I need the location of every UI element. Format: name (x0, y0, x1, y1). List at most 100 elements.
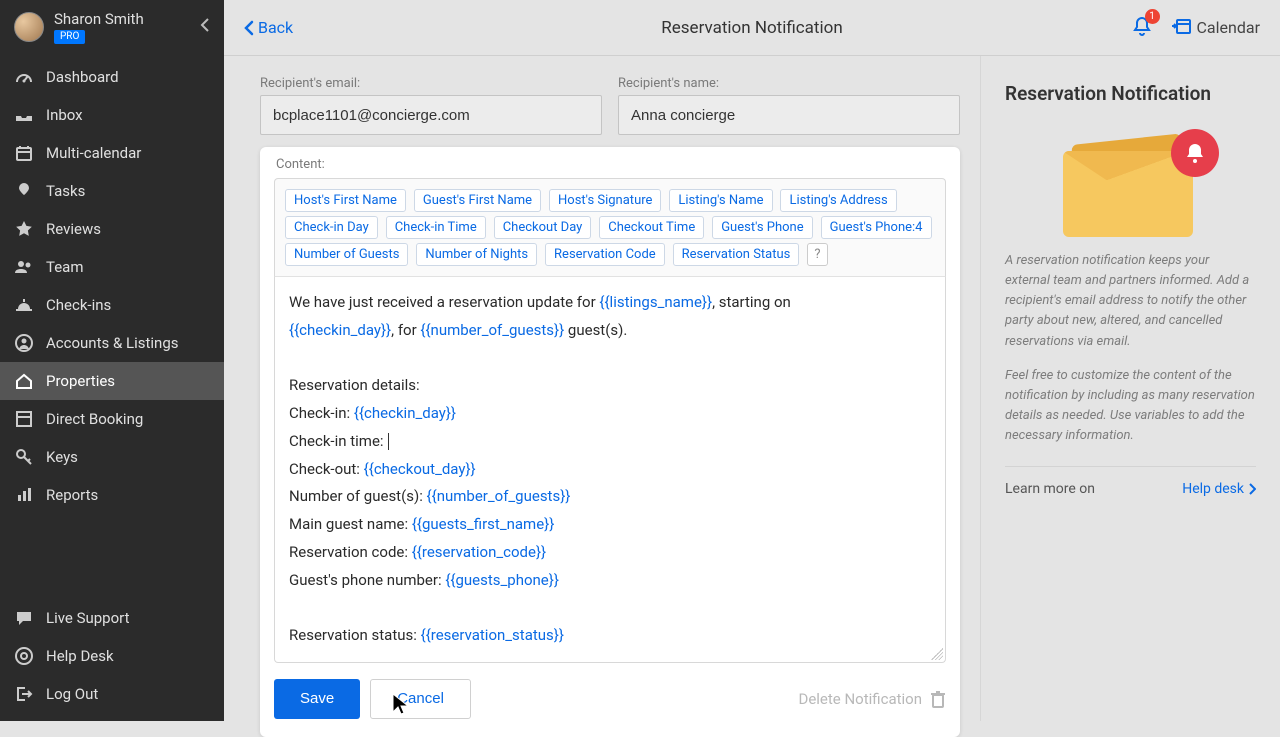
notification-badge: 1 (1145, 9, 1160, 24)
collapse-icon[interactable] (200, 17, 210, 38)
sidebar-item-label: Log Out (46, 685, 98, 703)
email-input[interactable] (260, 95, 602, 135)
var-number-of-guests2: {{number_of_guests}} (427, 487, 571, 505)
token-checkout-day[interactable]: Checkout Day (494, 216, 592, 239)
star-icon (14, 220, 34, 238)
sidebar-item-label: Live Support (46, 609, 130, 627)
info-heading: Reservation Notification (1005, 82, 1256, 105)
back-label: Back (258, 18, 293, 37)
user-circle-icon (14, 334, 34, 352)
sidebar-bottom: Live Support Help Desk Log Out (0, 599, 224, 721)
sidebar-item-label: Accounts & Listings (46, 334, 179, 352)
help-desk-link-label: Help desk (1182, 481, 1244, 497)
sidebar-item-help-desk[interactable]: Help Desk (0, 637, 224, 675)
sidebar-item-properties[interactable]: Properties (0, 362, 224, 400)
lifebuoy-icon (14, 647, 34, 665)
token-host-first-name[interactable]: Host's First Name (285, 189, 406, 212)
email-label: Recipient's email: (260, 76, 602, 91)
token-guest-first-name[interactable]: Guest's First Name (414, 189, 541, 212)
resize-handle[interactable] (931, 648, 943, 660)
sidebar-item-label: Reviews (46, 220, 101, 238)
variable-token-box: Host's First Name Guest's First Name Hos… (274, 178, 946, 277)
editor-text: guest(s). (564, 321, 627, 339)
token-host-signature[interactable]: Host's Signature (549, 189, 661, 212)
calendar-icon (14, 145, 34, 161)
pin-icon (14, 182, 34, 200)
sidebar-item-reports[interactable]: Reports (0, 476, 224, 514)
help-desk-link[interactable]: Help desk (1182, 481, 1256, 497)
sidebar-item-label: Check-ins (46, 296, 111, 314)
sidebar-item-label: Help Desk (46, 647, 114, 665)
sidebar-item-team[interactable]: Team (0, 248, 224, 286)
sidebar-item-accounts[interactable]: Accounts & Listings (0, 324, 224, 362)
sidebar-item-direct-booking[interactable]: Direct Booking (0, 400, 224, 438)
calendar-button[interactable]: Calendar (1171, 17, 1260, 39)
pro-badge: PRO (54, 30, 85, 44)
sidebar-item-label: Reports (46, 486, 98, 504)
sidebar-item-keys[interactable]: Keys (0, 438, 224, 476)
token-number-of-guests[interactable]: Number of Guests (285, 243, 408, 266)
name-label: Recipient's name: (618, 76, 960, 91)
sidebar-item-label: Keys (46, 448, 78, 466)
sidebar-item-tasks[interactable]: Tasks (0, 172, 224, 210)
sidebar-item-checkins[interactable]: Check-ins (0, 286, 224, 324)
user-block: Sharon Smith PRO (0, 0, 224, 58)
inbox-icon (14, 108, 34, 122)
token-help[interactable]: ? (807, 243, 827, 266)
chat-icon (14, 610, 34, 626)
editor-text: Reservation status: (289, 626, 421, 644)
sidebar: Sharon Smith PRO Dashboard Inbox Multi-c… (0, 0, 224, 721)
editor-text: Number of guest(s): (289, 487, 427, 505)
bell-icon (14, 297, 34, 313)
name-input[interactable] (618, 95, 960, 135)
learn-more-label: Learn more on (1005, 481, 1095, 497)
chart-icon (14, 487, 34, 503)
token-reservation-status[interactable]: Reservation Status (673, 243, 800, 266)
var-listings-name: {{listings_name}} (599, 293, 712, 311)
var-reservation-status: {{reservation_status}} (421, 626, 564, 644)
notifications-button[interactable]: 1 (1131, 15, 1153, 41)
sidebar-item-inbox[interactable]: Inbox (0, 96, 224, 134)
sidebar-item-multi-calendar[interactable]: Multi-calendar (0, 134, 224, 172)
token-checkin-time[interactable]: Check-in Time (386, 216, 486, 239)
sidebar-item-dashboard[interactable]: Dashboard (0, 58, 224, 96)
editor-text: Check-in time: (289, 432, 387, 450)
token-reservation-code[interactable]: Reservation Code (545, 243, 665, 266)
trash-icon (930, 690, 946, 708)
calendar-label: Calendar (1197, 18, 1260, 37)
content-card: Content: Host's First Name Guest's First… (260, 147, 960, 737)
gauge-icon (14, 70, 34, 84)
token-listing-name[interactable]: Listing's Name (669, 189, 772, 212)
sidebar-item-reviews[interactable]: Reviews (0, 210, 224, 248)
token-checkin-day[interactable]: Check-in Day (285, 216, 378, 239)
var-checkin-day2: {{checkin_day}} (354, 404, 456, 422)
back-button[interactable]: Back (244, 18, 293, 37)
delete-notification-button[interactable]: Delete Notification (798, 690, 946, 708)
token-listing-address[interactable]: Listing's Address (780, 189, 896, 212)
var-number-of-guests: {{number_of_guests}} (420, 321, 564, 339)
avatar[interactable] (14, 12, 44, 42)
sidebar-item-label: Team (46, 258, 84, 276)
token-number-of-nights[interactable]: Number of Nights (416, 243, 537, 266)
sidebar-item-log-out[interactable]: Log Out (0, 675, 224, 713)
token-checkout-time[interactable]: Checkout Time (599, 216, 704, 239)
grid-icon (14, 411, 34, 427)
save-button[interactable]: Save (274, 679, 360, 719)
sidebar-item-live-support[interactable]: Live Support (0, 599, 224, 637)
var-reservation-code: {{reservation_code}} (412, 543, 546, 561)
info-paragraph-2: Feel free to customize the content of th… (1005, 366, 1256, 447)
info-panel: Reservation Notification A reservation n… (980, 56, 1280, 721)
chevron-left-icon (244, 20, 254, 36)
editor-text: We have just received a reservation upda… (289, 293, 599, 311)
cancel-button[interactable]: Cancel (370, 679, 471, 719)
key-icon (14, 448, 34, 466)
token-guest-phone[interactable]: Guest's Phone (712, 216, 812, 239)
editor-text: Check-out: (289, 460, 364, 478)
var-checkin-day: {{checkin_day}} (289, 321, 391, 339)
token-guest-phone4[interactable]: Guest's Phone:4 (821, 216, 932, 239)
var-guests-first-name: {{guests_first_name}} (412, 515, 554, 533)
content-editor[interactable]: We have just received a reservation upda… (274, 277, 946, 663)
editor-text: Main guest name: (289, 515, 412, 533)
chevron-right-icon (1248, 483, 1256, 495)
editor-text: Check-in: (289, 404, 354, 422)
